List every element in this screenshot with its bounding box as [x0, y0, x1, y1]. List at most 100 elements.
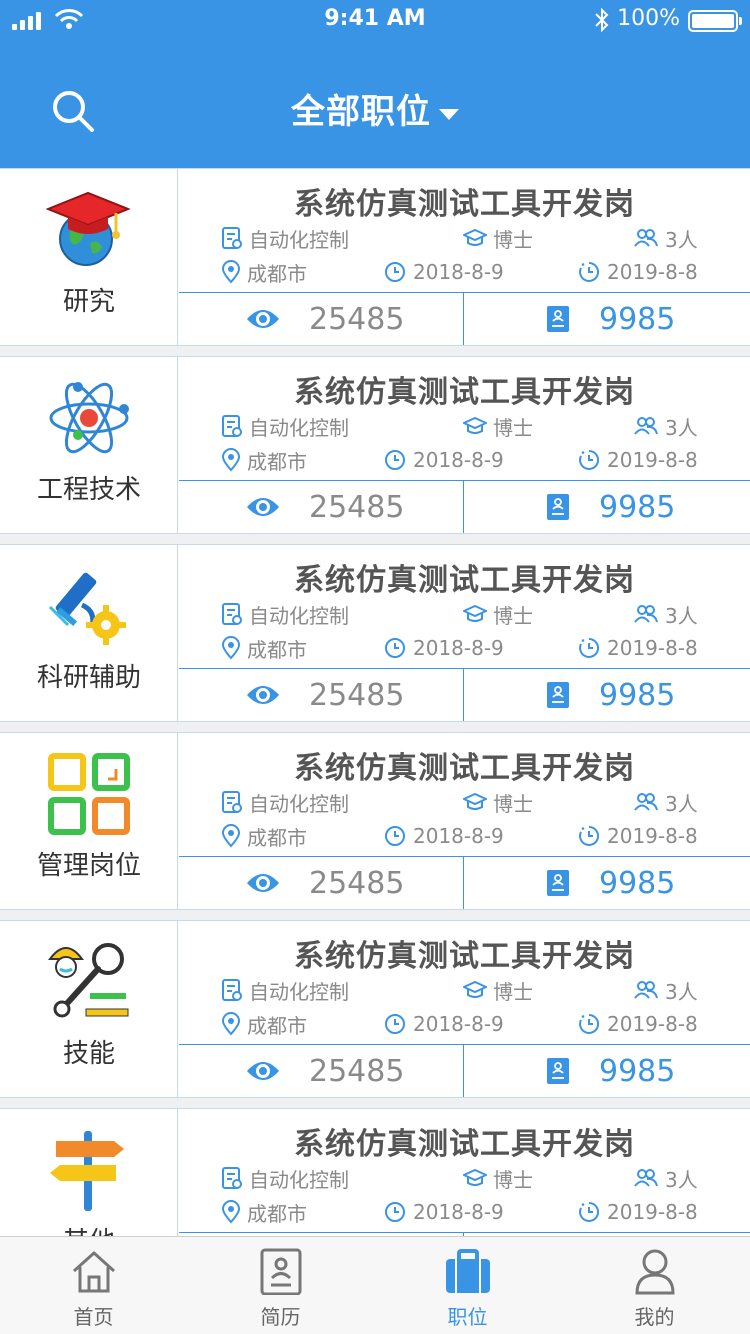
- job-location: 成都市: [221, 821, 307, 851]
- tab-jobs-label: 职位: [447, 1305, 488, 1329]
- document-icon: [222, 979, 242, 1001]
- resume-badge-icon: [547, 682, 569, 708]
- job-title: 系统仿真测试工具开发岗: [294, 375, 635, 410]
- tab-home[interactable]: 首页: [0, 1237, 187, 1334]
- document-icon: [222, 603, 242, 625]
- job-field: 自动化控制: [221, 787, 349, 817]
- category-cell[interactable]: 工程技术: [0, 357, 178, 533]
- job-start-date-text: 2018-8-9: [413, 1012, 504, 1036]
- resumes-stat[interactable]: 9985: [465, 1045, 750, 1097]
- category-cell[interactable]: 研究: [0, 169, 178, 345]
- job-degree-text: 博士: [493, 227, 533, 252]
- deadline-clock-icon: [579, 1013, 600, 1034]
- job-start-date-text: 2018-8-9: [413, 448, 504, 472]
- job-list[interactable]: 研究 系统仿真测试工具开发岗 自动化控制 博士 3人 成都市 2018-8-9 2019-8-…: [0, 168, 750, 1236]
- category-label: 工程技术: [36, 475, 141, 505]
- job-card[interactable]: 科研辅助 系统仿真测试工具开发岗 自动化控制 博士 3人 成都市 2018-8-9 2019-…: [0, 544, 750, 722]
- job-end-date-text: 2019-8-8: [607, 448, 698, 472]
- job-info[interactable]: 系统仿真测试工具开发岗 自动化控制 博士 3人 成都市 2018-8-9 2019-8-8: [179, 169, 750, 293]
- job-location-text: 成都市: [247, 637, 307, 662]
- resumes-stat[interactable]: 9985: [465, 481, 750, 533]
- job-card[interactable]: 其他 系统仿真测试工具开发岗自动化控制 博士 3人成都市 2018-8-9 2019-8-…: [0, 1108, 750, 1236]
- job-start-date-text: 2018-8-9: [413, 636, 504, 660]
- job-headcount-text: 3人: [665, 791, 698, 816]
- job-field: 自动化控制: [221, 411, 349, 441]
- document-icon: [222, 227, 242, 249]
- views-stat[interactable]: 25485: [179, 481, 464, 533]
- job-field-text: 自动化控制: [249, 791, 349, 816]
- job-degree-text: 博士: [493, 1167, 533, 1192]
- job-end-date-text: 2019-8-8: [607, 824, 698, 848]
- job-location-text: 成都市: [247, 1013, 307, 1038]
- job-info[interactable]: 系统仿真测试工具开发岗 自动化控制 博士 3人 成都市 2018-8-9 2019-8-8: [179, 733, 750, 857]
- job-stats: 25485 9985: [179, 857, 750, 909]
- views-stat[interactable]: 25485: [179, 293, 464, 345]
- category-label: 管理岗位: [36, 851, 141, 881]
- document-icon: [222, 415, 242, 437]
- job-info[interactable]: 系统仿真测试工具开发岗 自动化控制 博士 3人 成都市 2018-8-9 2019-8-8: [179, 545, 750, 669]
- job-card[interactable]: 技能 系统仿真测试工具开发岗 自动化控制 博士 3人 成都市 2018-8-9 2019-8-…: [0, 920, 750, 1098]
- battery-icon: [688, 10, 742, 32]
- job-degree: 博士: [463, 223, 533, 253]
- job-headcount: 3人: [633, 223, 698, 253]
- resumes-stat[interactable]: 9985: [465, 293, 750, 345]
- job-degree: 博士: [463, 599, 533, 629]
- views-stat[interactable]: 25485: [179, 857, 464, 909]
- job-start-date: 2018-8-9: [383, 633, 504, 663]
- job-location-text: 成都市: [247, 449, 307, 474]
- category-cell[interactable]: 其他: [0, 1109, 178, 1236]
- job-location: 成都市: [221, 1197, 307, 1227]
- job-degree-text: 博士: [493, 791, 533, 816]
- job-meta-row-1: 自动化控制 博士 3人: [179, 411, 750, 441]
- job-start-date: 2018-8-9: [383, 445, 504, 475]
- job-degree-text: 博士: [493, 603, 533, 628]
- category-label: 科研辅助: [36, 663, 141, 693]
- category-cell[interactable]: 管理岗位: [0, 733, 178, 909]
- resume-badge-icon: [547, 494, 569, 520]
- job-meta-row-2: 成都市 2018-8-9 2019-8-8: [179, 257, 750, 287]
- job-field: 自动化控制: [221, 599, 349, 629]
- job-field: 自动化控制: [221, 1163, 349, 1193]
- job-location-text: 成都市: [247, 825, 307, 850]
- job-start-date-text: 2018-8-9: [413, 260, 504, 284]
- category-cell[interactable]: 技能: [0, 921, 178, 1097]
- graduation-cap-icon: [463, 980, 487, 998]
- job-info[interactable]: 系统仿真测试工具开发岗 自动化控制 博士 3人成都市 2018-8-9 2019-8-8: [179, 357, 750, 481]
- job-meta-row-2: 成都市 2018-8-9 2019-8-8: [179, 1009, 750, 1039]
- category-cell[interactable]: 科研辅助: [0, 545, 178, 721]
- resumes-count: 9985: [599, 1053, 676, 1089]
- resumes-stat[interactable]: 9985: [465, 669, 750, 721]
- job-location: 成都市: [221, 257, 307, 287]
- people-icon: [634, 417, 658, 435]
- tab-resume-label: 简历: [260, 1305, 301, 1329]
- job-headcount: 3人: [633, 599, 698, 629]
- job-stats: 25485 9985: [179, 481, 750, 533]
- views-stat[interactable]: 25485: [179, 1045, 464, 1097]
- job-card[interactable]: 研究 系统仿真测试工具开发岗 自动化控制 博士 3人 成都市 2018-8-9 2019-8-…: [0, 168, 750, 346]
- category-dropdown[interactable]: 全部职位: [0, 84, 750, 133]
- job-location: 成都市: [221, 633, 307, 663]
- job-info[interactable]: 系统仿真测试工具开发岗 自动化控制 博士 3人 成都市 2018-8-9 2019-8-8: [179, 1109, 750, 1233]
- views-count: 25485: [309, 301, 405, 337]
- job-start-date: 2018-8-9: [383, 1009, 504, 1039]
- tab-jobs[interactable]: 职位: [374, 1237, 561, 1334]
- page-title: 全部职位: [291, 92, 431, 132]
- job-start-date-text: 2018-8-9: [413, 824, 504, 848]
- job-info[interactable]: 系统仿真测试工具开发岗 自动化控制 博士 3人 成都市 2018-8-9 2019-8-8: [179, 921, 750, 1045]
- tab-resume[interactable]: 简历: [187, 1237, 374, 1334]
- views-count: 25485: [309, 865, 405, 901]
- job-headcount: 3人: [633, 787, 698, 817]
- job-headcount-text: 3人: [665, 415, 698, 440]
- resumes-stat[interactable]: 9985: [465, 857, 750, 909]
- location-pin-icon: [221, 1012, 241, 1036]
- job-card[interactable]: 工程技术 系统仿真测试工具开发岗 自动化控制 博士 3人成都市 2018-8-9 2019-…: [0, 356, 750, 534]
- job-headcount-text: 3人: [665, 603, 698, 628]
- job-location-text: 成都市: [247, 1201, 307, 1226]
- location-pin-icon: [221, 260, 241, 284]
- battery-percent: 100%: [617, 6, 680, 31]
- views-stat[interactable]: 25485: [179, 669, 464, 721]
- tab-me[interactable]: 我的: [561, 1237, 748, 1334]
- job-stats: 25485 9985: [179, 1045, 750, 1097]
- job-field-text: 自动化控制: [249, 1167, 349, 1192]
- job-card[interactable]: 管理岗位 系统仿真测试工具开发岗 自动化控制 博士 3人 成都市 2018-8-9 2019-…: [0, 732, 750, 910]
